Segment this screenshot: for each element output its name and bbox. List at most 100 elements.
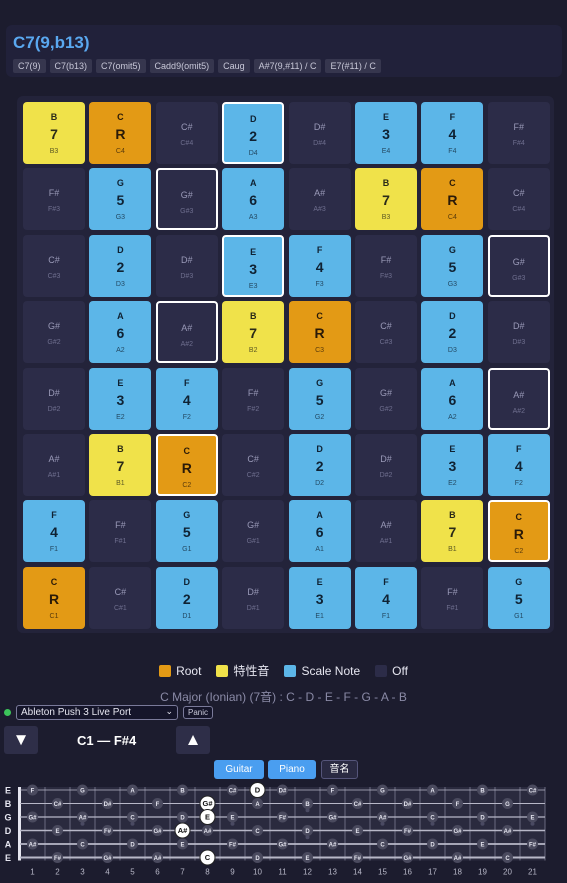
- pad-e3[interactable]: E 3 E3: [222, 234, 285, 297]
- pad-a1[interactable]: A 6 A1: [288, 500, 351, 563]
- alt-chord-chip[interactable]: C7(9): [13, 59, 46, 73]
- pad-fsharp3[interactable]: F# F#3: [355, 234, 417, 297]
- pad-e2[interactable]: E 3 E2: [421, 434, 484, 496]
- alt-chord-chip[interactable]: E7(#11) / C: [325, 59, 381, 73]
- pad-asharp3[interactable]: A# A#3: [288, 168, 351, 231]
- pad-note-name: F: [383, 576, 389, 587]
- pad-b1[interactable]: B 7 B1: [89, 434, 152, 496]
- pad-note-name: G: [515, 576, 523, 587]
- pad-note-name: E: [250, 246, 257, 257]
- pad-octave-label: F#2: [247, 405, 260, 413]
- pad-note-name: E: [449, 444, 456, 454]
- pad-note-name: F#: [380, 254, 392, 265]
- pad-dsharp2[interactable]: D# D#2: [355, 434, 417, 496]
- alt-chord-chip[interactable]: A#7(9,#11) / C: [253, 59, 322, 73]
- pad-a2[interactable]: A 6 A2: [89, 301, 152, 364]
- pad-gsharp2[interactable]: G# G#2: [23, 301, 85, 364]
- fret-note-label: G: [80, 789, 85, 795]
- pad-gsharp2[interactable]: G# G#2: [355, 367, 417, 430]
- pad-e4[interactable]: E 3 E4: [355, 102, 417, 164]
- panic-button[interactable]: Panic: [183, 706, 214, 719]
- pad-degree: 7: [116, 458, 125, 474]
- pad-b3[interactable]: B 7 B3: [23, 102, 85, 164]
- pad-csharp4[interactable]: C# C#4: [487, 168, 550, 231]
- pad-fsharp3[interactable]: F# F#3: [23, 168, 85, 231]
- pad-g3[interactable]: G 5 G3: [89, 168, 152, 231]
- pad-b2[interactable]: B 7 B2: [222, 301, 285, 364]
- pad-dsharp3[interactable]: D# D#3: [487, 301, 550, 364]
- pad-g3[interactable]: G 5 G3: [421, 234, 484, 297]
- fret-note-label: B: [180, 789, 185, 795]
- alt-chord-chip[interactable]: Cadd9(omit5): [149, 59, 215, 73]
- pad-a2[interactable]: A 6 A2: [421, 367, 484, 430]
- pad-c2[interactable]: C R C2: [487, 500, 550, 563]
- fret-note-label: F#: [104, 829, 112, 835]
- pad-b3[interactable]: B 7 B3: [355, 168, 417, 231]
- guitar-view-button[interactable]: Guitar: [214, 760, 264, 779]
- pad-csharp2[interactable]: C# C#2: [222, 434, 285, 496]
- pad-e2[interactable]: E 3 E2: [89, 367, 152, 430]
- pad-f4[interactable]: F 4 F4: [421, 102, 484, 164]
- pad-gsharp1[interactable]: G# G#1: [222, 500, 285, 563]
- pad-fsharp1[interactable]: F# F#1: [421, 566, 484, 629]
- pad-a3[interactable]: A 6 A3: [222, 168, 285, 231]
- pad-c4[interactable]: C R C4: [421, 168, 484, 231]
- pad-asharp2[interactable]: A# A#2: [487, 367, 550, 430]
- pad-d3[interactable]: D 2 D3: [421, 301, 484, 364]
- pad-f1[interactable]: F 4 F1: [355, 566, 417, 629]
- pad-asharp2[interactable]: A# A#2: [155, 301, 218, 364]
- pad-c2[interactable]: C R C2: [155, 434, 218, 496]
- fret-number: 14: [353, 868, 362, 877]
- note-names-toggle[interactable]: 音名: [321, 760, 358, 779]
- pad-csharp3[interactable]: C# C#3: [355, 301, 417, 364]
- pad-csharp3[interactable]: C# C#3: [23, 234, 85, 297]
- pad-g1[interactable]: G 5 G1: [155, 500, 218, 563]
- pad-c3[interactable]: C R C3: [288, 301, 351, 364]
- pad-d2[interactable]: D 2 D2: [288, 434, 351, 496]
- pad-dsharp2[interactable]: D# D#2: [23, 367, 85, 430]
- pad-gsharp3[interactable]: G# G#3: [487, 234, 550, 297]
- pad-csharp1[interactable]: C# C#1: [89, 566, 152, 629]
- pad-e1[interactable]: E 3 E1: [288, 566, 351, 629]
- pad-octave-label: A#3: [313, 206, 326, 214]
- fret-number: 15: [378, 868, 387, 877]
- pad-f2[interactable]: F 4 F2: [487, 434, 550, 496]
- fret-note-label: F#: [229, 843, 237, 849]
- pad-d1[interactable]: D 2 D1: [155, 566, 218, 629]
- pad-csharp4[interactable]: C# C#4: [155, 102, 218, 164]
- pad-octave-label: D#4: [313, 140, 327, 147]
- pad-fsharp2[interactable]: F# F#2: [222, 367, 285, 430]
- octave-down-button[interactable]: ▼: [4, 726, 38, 754]
- pad-note-name: C#: [513, 188, 525, 199]
- pad-note-name: D: [183, 576, 191, 587]
- alt-chord-chip[interactable]: Caug: [218, 59, 250, 73]
- pad-dsharp3[interactable]: D# D#3: [155, 234, 218, 297]
- pad-gsharp3[interactable]: G# G#3: [155, 168, 218, 231]
- pad-g2[interactable]: G 5 G2: [288, 367, 351, 430]
- pad-asharp1[interactable]: A# A#1: [355, 500, 417, 563]
- pad-f1[interactable]: F 4 F1: [23, 500, 85, 563]
- piano-view-button[interactable]: Piano: [268, 760, 316, 779]
- pad-octave-label: E2: [116, 413, 125, 421]
- pad-d3[interactable]: D 2 D3: [89, 234, 152, 297]
- string-label: A: [5, 840, 12, 850]
- fret-number: 1: [30, 868, 35, 877]
- pad-c1[interactable]: C R C1: [23, 566, 85, 629]
- pad-fsharp1[interactable]: F# F#1: [89, 500, 152, 563]
- midi-port-select[interactable]: Ableton Push 3 Live Port ⌄: [16, 705, 178, 720]
- pad-degree: 5: [514, 590, 523, 607]
- pad-d4[interactable]: D 2 D4: [222, 102, 285, 164]
- fret-number: 9: [230, 868, 235, 877]
- pad-asharp1[interactable]: A# A#1: [23, 434, 85, 496]
- octave-up-button[interactable]: ▲: [176, 726, 210, 754]
- alt-chord-chip[interactable]: C7(b13): [49, 59, 93, 73]
- pad-c4[interactable]: C R C4: [89, 102, 152, 164]
- pad-b1[interactable]: B 7 B1: [421, 500, 484, 563]
- pad-dsharp1[interactable]: D# D#1: [222, 566, 285, 629]
- pad-g1[interactable]: G 5 G1: [487, 566, 550, 629]
- alt-chord-chip[interactable]: C7(omit5): [96, 59, 146, 73]
- pad-f2[interactable]: F 4 F2: [155, 367, 218, 430]
- pad-f3[interactable]: F 4 F3: [288, 234, 351, 297]
- pad-fsharp4[interactable]: F# F#4: [487, 102, 550, 164]
- pad-dsharp4[interactable]: D# D#4: [288, 102, 351, 164]
